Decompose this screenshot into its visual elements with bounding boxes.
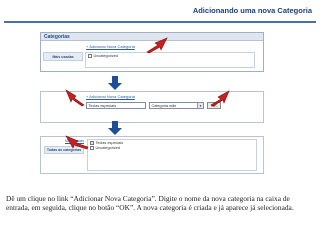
checkbox[interactable] <box>90 146 94 150</box>
red-arrow-shape <box>65 89 85 107</box>
red-arrow-shape <box>65 135 89 150</box>
checklist-item-label: Uncategorized <box>93 54 118 58</box>
checklist-item[interactable]: Uncategorized <box>90 146 254 151</box>
add-category-link[interactable]: + Adicionar Nova Categoria <box>86 44 135 49</box>
category-name-input[interactable]: Teclas especiais <box>86 102 146 109</box>
blue-down-arrow <box>108 121 122 135</box>
blue-arrow-shape <box>108 76 122 90</box>
red-arrow-pointer <box>65 135 89 150</box>
red-arrow-pointer <box>146 37 168 54</box>
checkbox[interactable] <box>88 54 92 58</box>
checkbox-checked[interactable] <box>90 141 94 145</box>
red-arrow-pointer <box>210 90 230 107</box>
instruction-caption: Dê um clique no link “Adicionar Nova Cat… <box>6 194 294 212</box>
category-checklist: Uncategorized <box>85 52 255 68</box>
red-arrow-shape <box>210 90 230 107</box>
checklist-item[interactable]: Uncategorized <box>88 54 252 59</box>
title-rule <box>4 21 316 23</box>
tab-most-used[interactable]: Mais usadas <box>43 52 83 61</box>
checklist-item-label: Uncategorized <box>95 146 120 150</box>
red-arrow-shape <box>146 37 168 54</box>
checklist-item-label: Teclas especiais <box>95 141 124 145</box>
blue-down-arrow <box>108 76 122 90</box>
slide-title: Adicionando uma nova Categoria <box>192 6 312 15</box>
chevron-down-icon: ▾ <box>197 103 203 108</box>
blue-arrow-shape <box>108 121 122 135</box>
category-checklist: Teclas especiais Uncategorized <box>87 139 257 171</box>
tab-row: Mais usadas <box>43 52 83 61</box>
parent-category-select-value: Categoria mãe <box>151 104 177 108</box>
red-arrow-pointer <box>65 89 85 107</box>
add-category-link[interactable]: + Adicionar Nova Categoria <box>86 94 135 99</box>
parent-category-select[interactable]: Categoria mãe ▾ <box>149 102 204 109</box>
